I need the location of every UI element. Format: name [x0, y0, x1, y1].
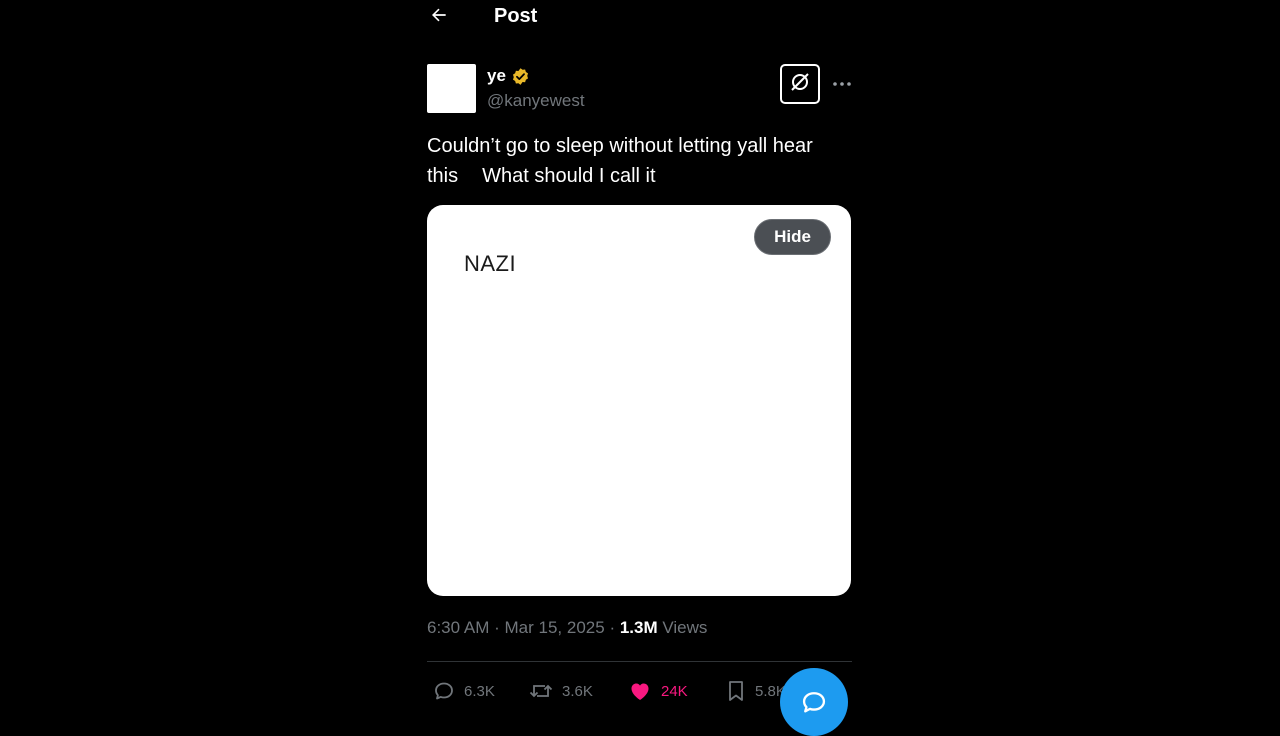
- more-dots-icon: [832, 74, 852, 92]
- like-button[interactable]: 24K: [627, 679, 688, 703]
- post-text-line-1: Couldn’t go to sleep without letting yal…: [427, 135, 813, 157]
- reply-count: 6.3K: [464, 682, 495, 700]
- post-text-line-2a: this: [427, 165, 459, 187]
- media-card-text: NAZI: [464, 251, 517, 276]
- post-meta: 6:30 AM · Mar 15, 2025 · 1.3M Views: [427, 618, 707, 638]
- more-options-button[interactable]: [829, 72, 855, 94]
- views-count: 1.3M: [619, 618, 658, 637]
- post-date[interactable]: Mar 15, 2025: [505, 618, 605, 637]
- reply-button[interactable]: 6.3K: [432, 679, 495, 703]
- meta-separator: ·: [609, 618, 616, 637]
- page-title: Post: [494, 5, 538, 27]
- media-card[interactable]: NAZI Hide: [427, 205, 851, 596]
- grok-icon: [788, 70, 812, 99]
- grok-button[interactable]: [780, 64, 820, 104]
- author-handle[interactable]: @kanyewest: [487, 91, 585, 111]
- post-text-line-2b: What should I call it: [482, 165, 656, 187]
- divider: [427, 661, 852, 662]
- post-text: Couldn’t go to sleep without letting yal…: [427, 131, 852, 191]
- bookmark-icon: [725, 679, 747, 703]
- compose-reply-fab[interactable]: [780, 668, 848, 736]
- avatar[interactable]: [427, 64, 476, 113]
- author-display-name[interactable]: ye: [487, 66, 506, 86]
- heart-filled-icon: [627, 679, 653, 703]
- reply-icon: [432, 679, 456, 703]
- hide-button[interactable]: Hide: [754, 219, 831, 255]
- repost-icon: [528, 679, 554, 703]
- bookmark-button[interactable]: 5.8K: [725, 679, 786, 703]
- like-count: 24K: [661, 682, 688, 700]
- verified-badge-icon[interactable]: [511, 67, 530, 86]
- meta-separator: ·: [494, 618, 500, 637]
- repost-button[interactable]: 3.6K: [528, 679, 593, 703]
- views-label: Views: [662, 618, 708, 637]
- post-column: Post ye @kanyewest Couldn’t go to sleep …: [427, 0, 852, 720]
- chat-bubble-icon: [800, 688, 828, 716]
- post-time[interactable]: 6:30 AM: [427, 618, 489, 637]
- repost-count: 3.6K: [562, 682, 593, 700]
- back-button[interactable]: [427, 5, 451, 29]
- author-name-row[interactable]: ye: [487, 66, 530, 86]
- arrow-left-icon: [429, 5, 449, 30]
